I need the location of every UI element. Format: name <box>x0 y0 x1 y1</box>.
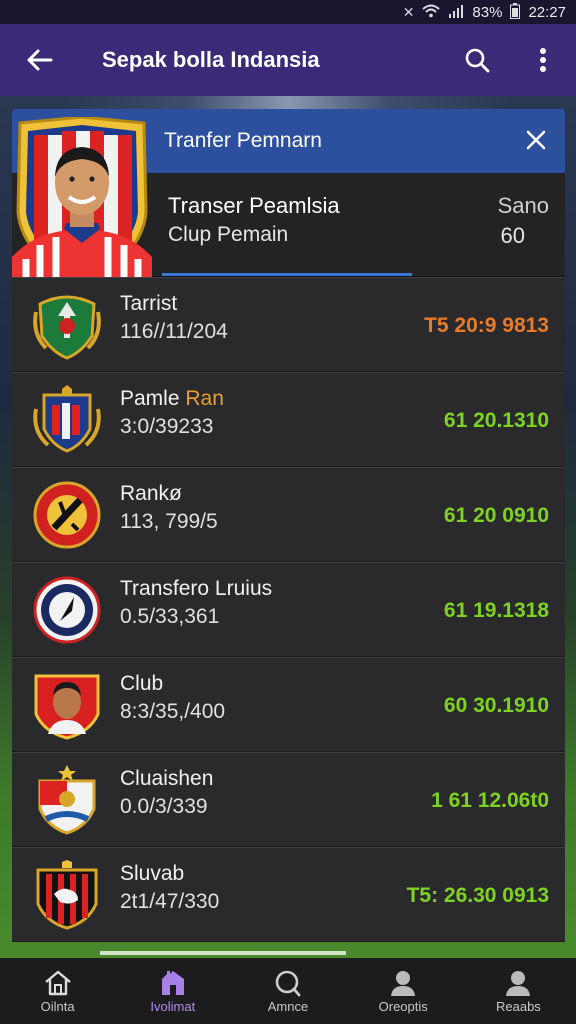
list-item[interactable]: Transfero Lruius 0.5/33,361 61 19.1318 <box>12 562 565 657</box>
nav-search[interactable]: Amnce <box>230 958 345 1024</box>
transfer-name: Pamle Ran <box>120 387 224 411</box>
list-item[interactable]: Tarrist 116//11/204 T5 20:9 9813 <box>12 277 565 372</box>
signal-icon <box>448 4 464 21</box>
featured-title: Transer Peamlsia <box>168 193 340 218</box>
transfer-amount: T5: 26.30 0913 <box>406 884 549 907</box>
app-bar: Sepak bolla Indansia <box>0 24 576 96</box>
nav-label: Reaabs <box>496 998 541 1014</box>
transfer-date: 2t1/47/330 <box>120 890 220 913</box>
panel-title: Tranfer Pemnarn <box>164 129 322 152</box>
battery-icon <box>510 2 521 22</box>
profile-icon <box>506 970 531 996</box>
battery-percent: 83% <box>472 3 503 21</box>
wifi-icon <box>422 4 441 21</box>
list-item[interactable]: Cluaishen 0.0/3/339 1 61 12.06t0 <box>12 752 565 847</box>
more-options-button[interactable] <box>510 24 576 96</box>
transfer-name: Cluaishen <box>120 767 214 790</box>
club-logo-icon <box>33 576 101 644</box>
close-button[interactable] <box>521 125 551 155</box>
club-logo-icon <box>33 385 101 453</box>
person-icon <box>391 970 416 996</box>
transfer-panel: Tranfer Pemnarn Transer Peamlsia Clup Pe… <box>12 109 565 947</box>
transfer-name: Tarrist <box>120 292 178 315</box>
featured-transfer[interactable]: Transer Peamlsia Clup Pemain Sano 60 <box>12 117 565 283</box>
featured-value: 60 <box>500 223 525 248</box>
status-bar: ✕ 83% 22:27 <box>0 0 576 24</box>
club-logo-icon <box>38 765 96 835</box>
transfer-name-main: Pamle <box>120 387 180 410</box>
transfer-amount: 1 61 12.06t0 <box>431 789 549 812</box>
nav-people[interactable]: Oreoptis <box>346 958 461 1024</box>
transfer-name: Sluvab <box>120 862 185 885</box>
club-logo-icon <box>36 860 98 930</box>
transfer-amount: T5 20:9 9813 <box>424 314 549 337</box>
nav-club[interactable]: Ivolimat <box>115 958 230 1024</box>
home-icon <box>44 970 71 995</box>
transfer-amount: 61 20.1310 <box>443 409 549 432</box>
list-item[interactable]: Sluvab 2t1/47/330 T5: 26.30 0913 <box>12 847 565 942</box>
more-vert-icon <box>540 48 546 72</box>
app-title: Sepak bolla Indansia <box>102 47 320 72</box>
club-logo-icon <box>33 295 101 360</box>
clock: 22:27 <box>528 3 566 21</box>
building-icon <box>161 970 184 995</box>
transfer-date: 113, 799/5 <box>120 510 218 533</box>
transfer-name: Club <box>120 672 164 695</box>
transfer-amount: 60 30.1910 <box>443 694 549 717</box>
player-badge-icon <box>34 674 100 740</box>
featured-progress-bar <box>162 273 412 276</box>
nav-label: Ivolimat <box>150 998 196 1014</box>
nav-home[interactable]: Oilnta <box>0 958 115 1024</box>
nav-label: Oreoptis <box>378 998 428 1014</box>
nav-label: Amnce <box>267 998 309 1014</box>
mute-icon: ✕ <box>402 3 415 20</box>
club-crest-with-player <box>12 117 152 283</box>
transfer-date: 8:3/35,/400 <box>120 700 226 723</box>
search-button[interactable] <box>444 24 510 96</box>
list-item[interactable]: Rankø 113, 799/5 61 20 0910 <box>12 467 565 562</box>
nav-label: Oilnta <box>40 998 75 1014</box>
search-icon <box>465 48 490 73</box>
list-item[interactable]: Pamle Ran 3:0/39233 61 20.1310 <box>12 372 565 467</box>
list-item[interactable]: Club 8:3/35,/400 60 30.1910 <box>12 657 565 752</box>
transfer-date: 0.0/3/339 <box>120 795 208 818</box>
transfer-amount: 61 20 0910 <box>443 504 549 527</box>
transfer-name: Rankø <box>120 482 182 505</box>
arrow-left-icon <box>27 49 53 71</box>
transfer-name: Transfero Lruius <box>120 577 273 600</box>
pitch-line <box>100 951 346 955</box>
featured-label: Sano <box>497 193 549 218</box>
search-icon <box>275 970 301 996</box>
nav-profile[interactable]: Reaabs <box>461 958 576 1024</box>
transfer-date: 3:0/39233 <box>120 415 214 438</box>
featured-subtitle: Clup Pemain <box>168 223 289 246</box>
transfer-date: 116//11/204 <box>120 320 228 343</box>
transfer-name-accent: Ran <box>185 387 224 410</box>
back-button[interactable] <box>0 24 78 96</box>
club-logo-icon <box>33 481 101 549</box>
transfer-amount: 61 19.1318 <box>443 599 549 622</box>
transfer-list: Tarrist 116//11/204 T5 20:9 9813 Pamle R… <box>12 277 565 942</box>
bottom-navigation: Oilnta Ivolimat Amnce Oreoptis Reaabs <box>0 958 576 1024</box>
close-icon <box>526 130 546 150</box>
transfer-date: 0.5/33,361 <box>120 605 220 628</box>
